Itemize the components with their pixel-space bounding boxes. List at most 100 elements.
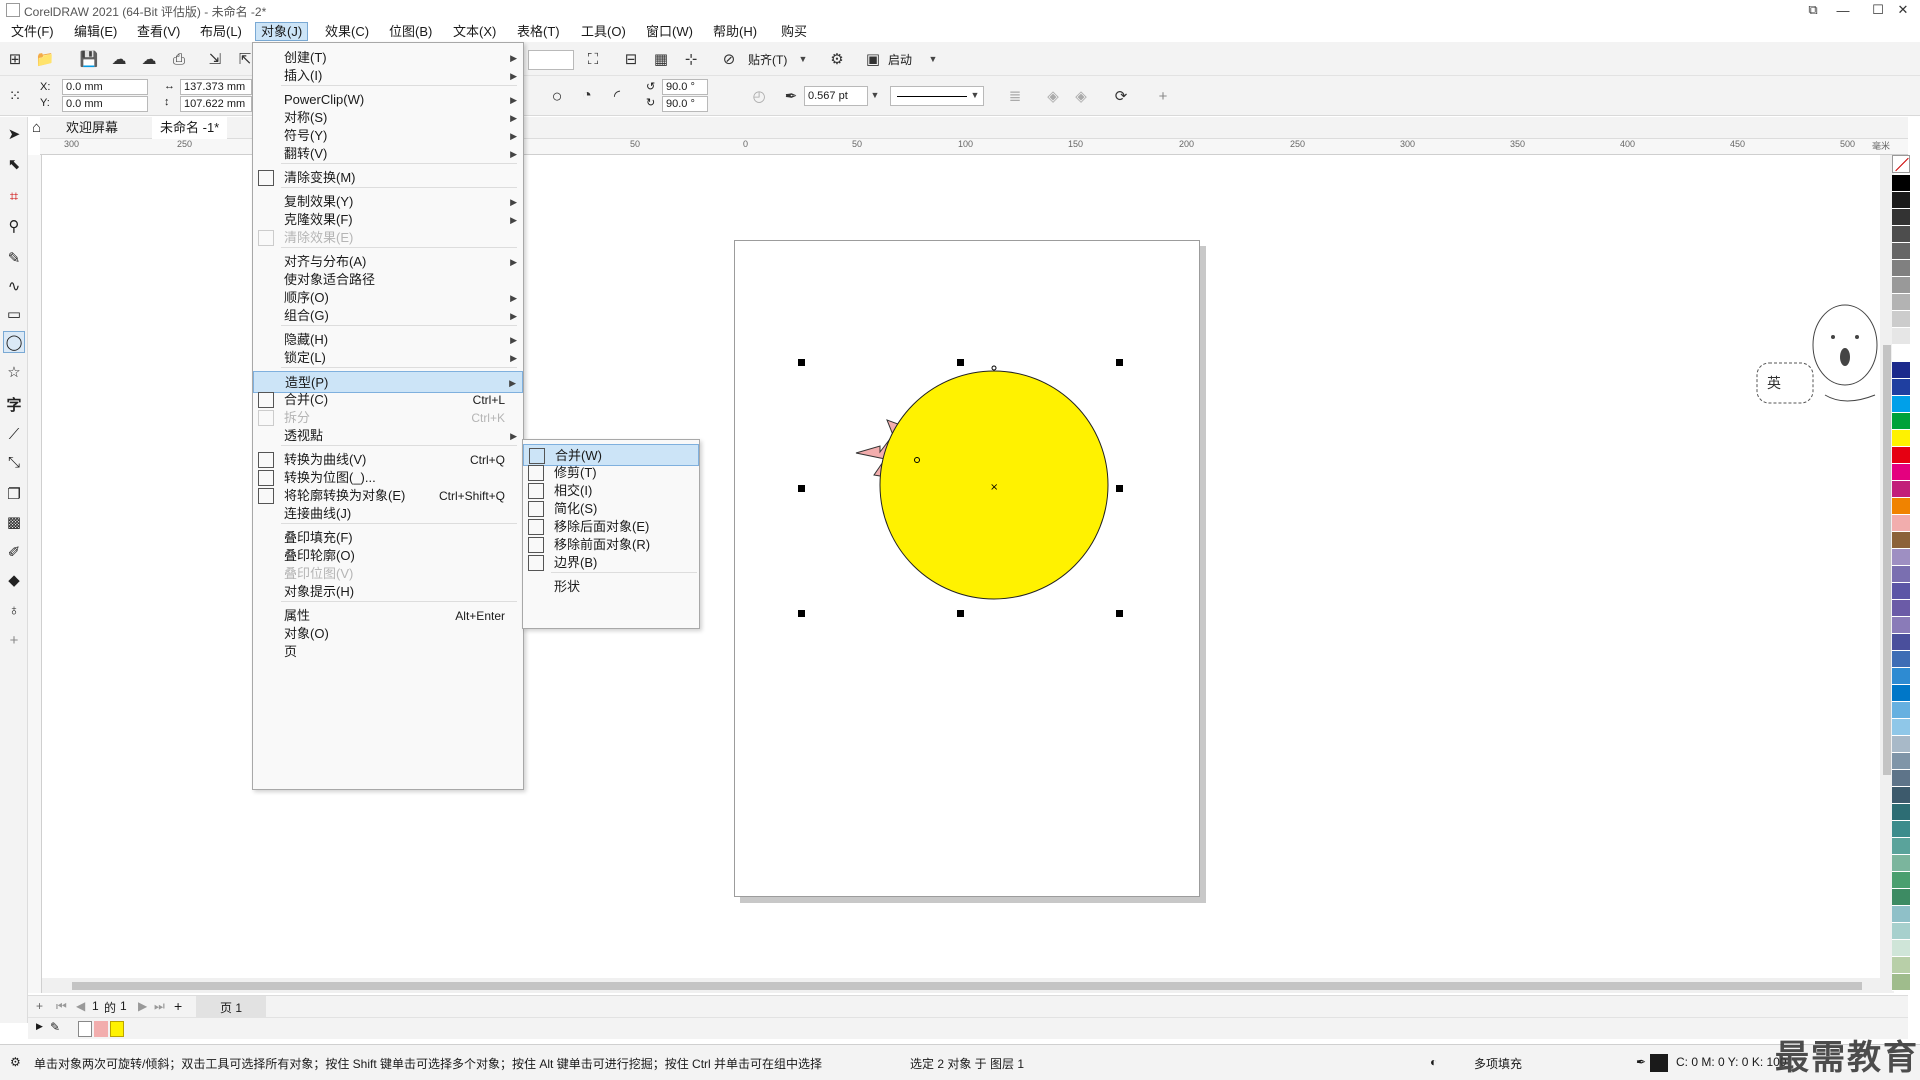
end-angle-input[interactable]: 90.0 ° — [662, 96, 708, 112]
pink-swatch[interactable] — [94, 1021, 108, 1037]
palette-swatch[interactable] — [1892, 192, 1910, 209]
to-front-icon[interactable]: ◈ — [1042, 85, 1064, 107]
transparency-tool-icon[interactable]: ▩ — [3, 511, 25, 533]
palette-swatch[interactable] — [1892, 209, 1910, 226]
crop-tool-icon[interactable]: ⌗ — [3, 185, 25, 207]
menu-edit[interactable]: 编辑(E) — [69, 22, 122, 41]
palette-swatch[interactable] — [1892, 906, 1910, 923]
palette-swatch[interactable] — [1892, 345, 1910, 362]
add-icon[interactable]: + — [1152, 85, 1174, 107]
shaping-menu-item[interactable]: 形状 — [523, 576, 699, 598]
new-document-icon[interactable]: ⊞ — [4, 48, 26, 70]
full-screen-icon[interactable]: ⛶ — [582, 48, 604, 70]
palette-swatch[interactable] — [1892, 855, 1910, 872]
settings-gear-icon[interactable]: ⚙ — [10, 1055, 21, 1069]
add-page-end-icon[interactable]: + — [174, 998, 182, 1014]
freehand-tool-icon[interactable]: ✎ — [3, 247, 25, 269]
text-wrap-icon[interactable]: ≣ — [1004, 85, 1026, 107]
pick-tool-icon[interactable]: ➤ — [3, 123, 25, 145]
palette-swatch[interactable] — [1892, 396, 1910, 413]
width-input[interactable]: 137.373 mm — [180, 79, 252, 95]
palette-swatch[interactable] — [1892, 753, 1910, 770]
text-tool-icon[interactable]: 字 — [3, 393, 25, 415]
object-menu-item[interactable]: 连接曲线(J) — [253, 503, 523, 525]
pie-shape-icon[interactable]: ◔ — [576, 85, 598, 107]
menu-view[interactable]: 查看(V) — [132, 22, 185, 41]
ellipse-tool-icon[interactable]: ◯ — [3, 331, 25, 353]
close-button[interactable]: ✕ — [1880, 0, 1920, 20]
menu-layout[interactable]: 布局(L) — [195, 22, 247, 41]
palette-swatch[interactable] — [1892, 583, 1910, 600]
fill-swatch-icon[interactable]: ◐ — [1430, 1055, 1437, 1069]
palette-swatch[interactable] — [1892, 651, 1910, 668]
page-tab-1[interactable]: 页 1 — [196, 996, 267, 1018]
snap-off-icon[interactable]: ⊘ — [718, 48, 740, 70]
polygon-tool-icon[interactable]: ☆ — [3, 361, 25, 383]
palette-swatch[interactable] — [1892, 515, 1910, 532]
ellipse-shape-icon[interactable]: ○ — [546, 85, 568, 107]
palette-swatch[interactable] — [1892, 940, 1910, 957]
drop-shadow-icon[interactable]: ❐ — [3, 483, 25, 505]
palette-swatch[interactable] — [1892, 685, 1910, 702]
horizontal-scrollbar[interactable] — [42, 978, 1880, 993]
menu-file[interactable]: 文件(F) — [6, 22, 59, 41]
palette-swatch[interactable] — [1892, 464, 1910, 481]
palette-swatch[interactable] — [1892, 549, 1910, 566]
palette-swatch[interactable] — [1892, 175, 1910, 192]
to-back-icon[interactable]: ◈ — [1070, 85, 1092, 107]
no-fill-swatch[interactable] — [78, 1021, 92, 1037]
line-style-dropdown-icon[interactable]: ▼ — [968, 86, 982, 104]
object-menu-item[interactable]: 组合(G) ▶ — [253, 305, 523, 327]
first-page-icon[interactable]: ⏮ — [56, 999, 67, 1014]
selection-handle[interactable] — [1116, 359, 1123, 366]
palette-swatch[interactable] — [1892, 600, 1910, 617]
palette-swatch[interactable] — [1892, 379, 1910, 396]
prev-page-icon[interactable]: ◀ — [76, 999, 85, 1013]
palette-swatch[interactable] — [1892, 770, 1910, 787]
menu-table[interactable]: 表格(T) — [512, 22, 565, 41]
menu-window[interactable]: 窗口(W) — [641, 22, 698, 41]
rectangle-tool-icon[interactable]: ▭ — [3, 303, 25, 325]
selection-handle[interactable] — [957, 359, 964, 366]
outline-width-input[interactable]: 0.567 pt — [804, 86, 868, 106]
outline-width-dropdown-icon[interactable]: ▼ — [868, 86, 882, 104]
tab-welcome-screen[interactable]: 欢迎屏幕 — [58, 117, 126, 139]
cloud-upload-icon[interactable]: ☁ — [138, 48, 160, 70]
launch-icon[interactable]: ▣ — [862, 48, 884, 70]
palette-swatch[interactable] — [1892, 804, 1910, 821]
shape-tool-icon[interactable]: ⬉ — [3, 153, 25, 175]
launch-dropdown-icon[interactable]: ▼ — [926, 50, 940, 68]
object-menu-item[interactable]: 锁定(L) ▶ — [253, 347, 523, 369]
palette-swatch[interactable] — [1892, 328, 1910, 345]
palette-swatch[interactable] — [1892, 719, 1910, 736]
menu-effects[interactable]: 效果(C) — [320, 22, 374, 41]
palette-swatch[interactable] — [1892, 957, 1910, 974]
next-page-icon[interactable]: ▶ — [138, 999, 147, 1013]
add-page-icon[interactable]: + — [36, 999, 43, 1013]
scrollbar-thumb[interactable] — [72, 982, 1862, 990]
cloud-download-icon[interactable]: ☁ — [108, 48, 130, 70]
palette-swatch[interactable] — [1892, 974, 1910, 991]
palette-swatch[interactable] — [1892, 736, 1910, 753]
palette-swatch[interactable] — [1892, 617, 1910, 634]
outline-pen-icon[interactable]: ✒ — [780, 85, 802, 107]
palette-swatch[interactable] — [1892, 277, 1910, 294]
launch-label[interactable]: 启动 — [888, 51, 912, 68]
palette-swatch[interactable] — [1892, 311, 1910, 328]
palette-swatch[interactable] — [1892, 634, 1910, 651]
palette-swatch[interactable] — [1892, 532, 1910, 549]
object-menu-item[interactable]: 清除变换(M) — [253, 167, 523, 189]
eyedropper-icon[interactable]: ✎ — [50, 1020, 60, 1034]
last-page-icon[interactable]: ⏭ — [154, 999, 165, 1014]
start-angle-input[interactable]: 90.0 ° — [662, 79, 708, 95]
object-menu-item[interactable]: 页 — [253, 641, 523, 663]
menu-bitmaps[interactable]: 位图(B) — [384, 22, 437, 41]
smart-fill-icon[interactable]: ♁ — [3, 599, 25, 621]
save-icon[interactable]: 💾 — [78, 48, 100, 70]
palette-swatch[interactable] — [1892, 260, 1910, 277]
palette-swatch[interactable] — [1892, 481, 1910, 498]
tab-document-1[interactable]: 未命名 -1* — [152, 117, 228, 139]
import-icon[interactable]: ⇲ — [204, 48, 226, 70]
zoom-level-field[interactable] — [528, 50, 574, 70]
palette-swatch[interactable] — [1892, 362, 1910, 379]
